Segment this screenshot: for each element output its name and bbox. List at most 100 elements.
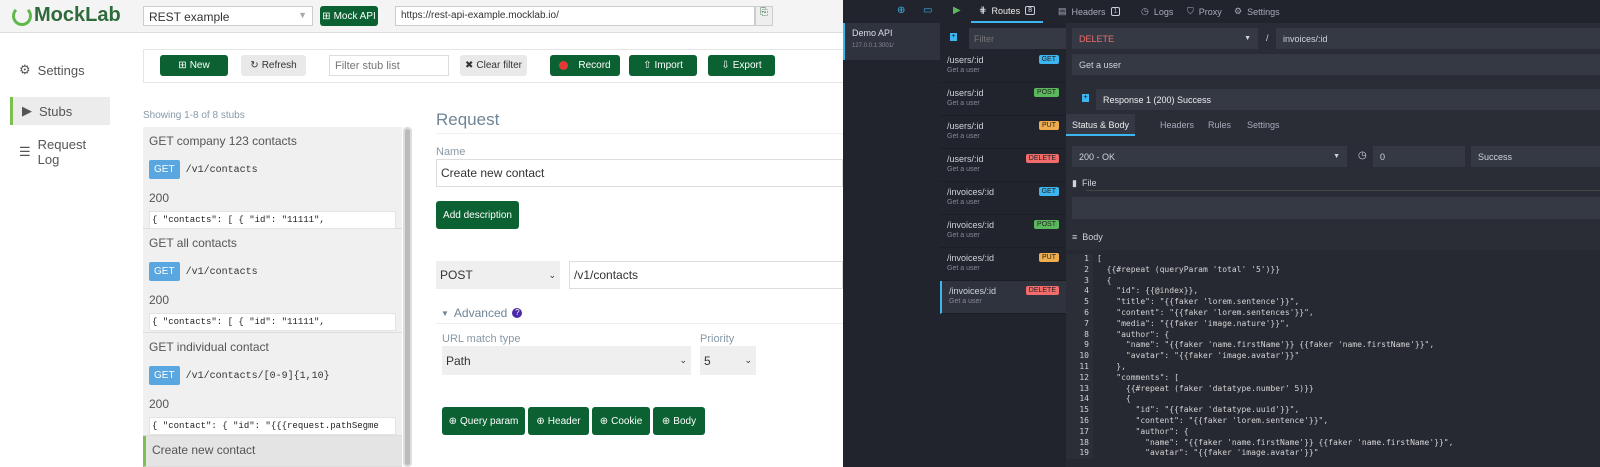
- environment-item[interactable]: Demo API 127.0.0.1:3001/: [843, 23, 940, 60]
- line-number: 7: [1066, 318, 1093, 330]
- filter-stub-input[interactable]: [329, 55, 449, 76]
- copy-icon[interactable]: ⎘: [755, 6, 773, 26]
- response-tab-status-body[interactable]: Status & Body: [1066, 114, 1136, 136]
- line-number: 9: [1066, 340, 1093, 352]
- route-item[interactable]: /invoices/:id Get a user POST: [940, 215, 1066, 248]
- sidebar-item-stubs[interactable]: ▶ Stubs: [10, 97, 110, 125]
- code-line: 14 {: [1066, 394, 1600, 406]
- tab-routes[interactable]: ⋕ Routes 8: [971, 0, 1043, 23]
- route-item[interactable]: /users/:id Get a user PUT: [940, 116, 1066, 149]
- route-description: Get a user: [947, 265, 980, 272]
- route-description-input[interactable]: Get a user: [1072, 54, 1600, 75]
- advanced-toggle[interactable]: ▼ Advanced?: [441, 306, 523, 320]
- response-tab-settings[interactable]: Settings: [1241, 114, 1286, 136]
- scrollbar[interactable]: [403, 127, 412, 467]
- code-text: [: [1097, 254, 1102, 263]
- response-tab-headers[interactable]: Headers: [1154, 114, 1200, 136]
- stub-item[interactable]: GET company 123 contacts GET/v1/contacts 2…: [143, 127, 402, 229]
- play-icon[interactable]: ▶: [953, 5, 961, 16]
- line-number: 17: [1066, 426, 1093, 438]
- add-response-icon[interactable]: +: [1082, 94, 1089, 102]
- status-value: 200 - OK: [1079, 151, 1116, 162]
- add-route-icon[interactable]: +: [950, 33, 957, 41]
- clear-filter-label: Clear filter: [476, 60, 522, 71]
- new-button[interactable]: ⊞ New: [160, 55, 228, 76]
- stub-item[interactable]: Create new contact: [143, 436, 402, 467]
- response-name-input[interactable]: Success: [1471, 146, 1600, 167]
- tab-label: Headers: [1071, 6, 1106, 17]
- new-environment-icon[interactable]: ⊕: [897, 5, 905, 16]
- export-button[interactable]: ⇩ Export: [708, 55, 775, 76]
- url-match-select[interactable]: Path ⌄: [442, 346, 691, 375]
- route-item[interactable]: /users/:id Get a user GET: [940, 50, 1066, 83]
- latency-input[interactable]: 0: [1373, 146, 1465, 167]
- stub-body-preview: { "contacts": [ { "id": "11111",: [149, 313, 396, 331]
- method-select[interactable]: POST ⌄: [436, 261, 560, 289]
- add-body-button[interactable]: ⊕ Body: [653, 407, 705, 435]
- code-text: {{#repeat (queryParam 'total' '5')}}: [1097, 264, 1281, 274]
- sidebar-item-label: Settings: [37, 62, 85, 78]
- stub-title: GET all contacts: [149, 236, 237, 250]
- method-badge: GET: [149, 160, 180, 179]
- code-text: {: [1097, 394, 1131, 404]
- refresh-button[interactable]: ↻ Refresh: [241, 55, 306, 76]
- record-icon: [559, 61, 569, 70]
- file-input[interactable]: [1072, 197, 1600, 219]
- stub-item[interactable]: GET all contacts GET/v1/contacts 200{ "con…: [143, 229, 402, 333]
- divider: [436, 133, 843, 134]
- route-method-select[interactable]: DELETE ▼: [1072, 28, 1258, 49]
- record-button[interactable]: Record: [550, 55, 620, 76]
- code-line: 10 "avatar": "{{faker 'image.avatar'}}": [1066, 351, 1600, 362]
- import-button[interactable]: ⇧ Import: [629, 55, 697, 76]
- add-header-button[interactable]: ⊕ Header: [528, 407, 589, 435]
- status-select[interactable]: 200 - OK ▼: [1072, 146, 1347, 167]
- line-number: 15: [1066, 405, 1093, 416]
- chevron-down-icon: ⌄: [548, 269, 556, 280]
- line-number: 13: [1066, 383, 1093, 395]
- add-cookie-button[interactable]: ⊕ Cookie: [592, 407, 650, 435]
- route-path-input[interactable]: invoices/:id: [1276, 28, 1600, 49]
- route-item[interactable]: /users/:id Get a user DELETE: [940, 149, 1066, 182]
- line-number: 14: [1066, 394, 1093, 406]
- base-url-field[interactable]: https://rest-api-example.mocklab.io/: [395, 6, 755, 26]
- api-select[interactable]: REST example ▼: [143, 6, 313, 26]
- tab-headers[interactable]: ▤ Headers 1: [1058, 0, 1121, 23]
- add-query-param-button[interactable]: ⊕ Query param: [442, 407, 525, 435]
- tab-settings[interactable]: ⚙ Settings: [1234, 0, 1280, 23]
- add-description-button[interactable]: Add description: [436, 201, 519, 229]
- clear-filter-button[interactable]: ✖ Clear filter: [460, 55, 527, 76]
- body-code-editor[interactable]: 1[2 {{#repeat (queryParam 'total' '5')}}…: [1066, 250, 1600, 467]
- code-line: 16 "content": "{{faker 'lorem.sentence'}…: [1066, 415, 1600, 427]
- route-filter-input[interactable]: [969, 28, 1066, 49]
- line-number: 19: [1066, 448, 1093, 460]
- method-badge: DELETE: [1025, 154, 1059, 163]
- priority-select[interactable]: 5 ⌄: [700, 346, 756, 375]
- sidebar-item-settings[interactable]: ⚙ Settings: [10, 56, 110, 84]
- stub-count: Showing 1-8 of 8 stubs: [143, 110, 245, 121]
- response-select[interactable]: Response 1 (200) Success: [1096, 89, 1600, 110]
- response-tab-rules[interactable]: Rules: [1202, 114, 1237, 136]
- mock-api-button[interactable]: ⊞ Mock API: [320, 6, 378, 26]
- settings-icon: ⚙: [1234, 6, 1243, 16]
- route-item[interactable]: /invoices/:id Get a user DELETE: [940, 281, 1066, 314]
- route-item[interactable]: /users/:id Get a user POST: [940, 83, 1066, 116]
- body-icon: ≡: [1072, 232, 1078, 242]
- route-item[interactable]: /invoices/:id Get a user GET: [940, 182, 1066, 215]
- headers-icon: ▤: [1058, 6, 1067, 16]
- stub-status: 200: [149, 191, 170, 205]
- folder-icon[interactable]: ▭: [923, 5, 932, 16]
- sidebar-item-request-log[interactable]: ☰ Request Log: [10, 137, 110, 167]
- stub-item[interactable]: GET individual contact GET/v1/contacts/[0…: [143, 333, 402, 436]
- tab-proxy[interactable]: ⛉ Proxy: [1187, 0, 1222, 23]
- tab-logs[interactable]: ◷ Logs: [1141, 0, 1173, 23]
- route-item[interactable]: /invoices/:id Get a user PUT: [940, 248, 1066, 281]
- method-badge: DELETE: [1025, 286, 1059, 295]
- method-badge: GET: [1038, 187, 1059, 196]
- stub-request: GET/v1/contacts: [149, 250, 396, 281]
- method-value: POST: [440, 268, 473, 282]
- button-label: Body: [673, 415, 697, 427]
- help-icon[interactable]: ?: [512, 308, 523, 318]
- code-text: "media": "{{faker 'image.nature'}}",: [1097, 318, 1290, 328]
- name-input[interactable]: Create new contact: [436, 159, 843, 187]
- url-input[interactable]: /v1/contacts: [569, 261, 843, 289]
